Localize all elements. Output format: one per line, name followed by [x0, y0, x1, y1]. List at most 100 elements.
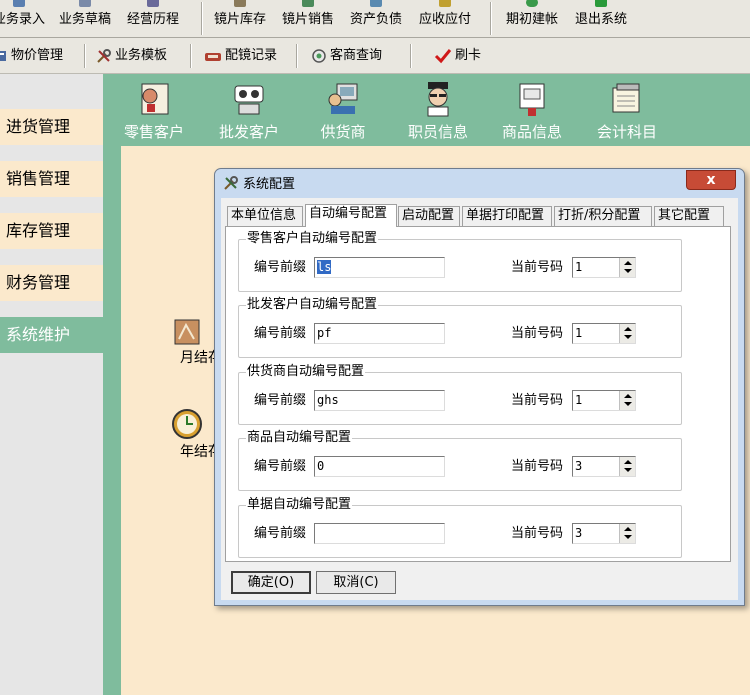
staff-icon — [427, 82, 449, 117]
history-icon — [147, 0, 159, 7]
prefix-input[interactable] — [314, 523, 445, 544]
nav-system-maintenance[interactable]: 系统维护 — [0, 317, 103, 353]
current-number-label: 当前号码 — [511, 459, 564, 474]
wholesale-customer-icon — [234, 85, 264, 115]
lens-sales-icon — [302, 0, 314, 7]
swipe-card-button[interactable]: 刷卡 — [434, 47, 481, 65]
price-management-button[interactable]: 物价管理 — [0, 47, 63, 65]
month-end-icon — [174, 319, 200, 345]
current-number-label: 当前号码 — [511, 393, 564, 408]
tab-discount-points[interactable]: 打折/积分配置 — [554, 206, 652, 226]
group-title: 零售客户自动编号配置 — [246, 231, 379, 247]
spin-down-icon[interactable] — [624, 335, 632, 339]
business-template-button[interactable]: 业务模板 — [96, 47, 167, 65]
exit-icon — [595, 0, 607, 7]
current-number-spinner[interactable]: 3 — [572, 456, 636, 477]
toolbar-balance-sheet-button[interactable]: 资产负债 — [348, 0, 404, 37]
tab-startup[interactable]: 启动配置 — [398, 206, 460, 226]
spinner-buttons[interactable] — [619, 524, 635, 543]
staff-info-button[interactable]: 职员信息 — [400, 80, 476, 142]
spin-up-icon[interactable] — [624, 527, 632, 531]
spin-down-icon[interactable] — [624, 535, 632, 539]
toolbar-drafts-button[interactable]: 业务草稿 — [57, 0, 113, 37]
receivables-icon — [439, 0, 451, 7]
draft-icon — [79, 0, 91, 7]
spin-up-icon[interactable] — [624, 460, 632, 464]
spin-down-icon[interactable] — [624, 269, 632, 273]
current-number-spinner[interactable]: 3 — [572, 523, 636, 544]
toolbar-separator — [490, 2, 492, 35]
numbering-group-retail: 零售客户自动编号配置 编号前缀 ls 当前号码 1 — [238, 231, 682, 292]
glasses-records-button[interactable]: 配镜记录 — [204, 47, 277, 65]
group-title: 供货商自动编号配置 — [246, 364, 366, 380]
nav-purchase-management[interactable]: 进货管理 — [0, 109, 103, 145]
tab-print[interactable]: 单据打印配置 — [462, 206, 552, 226]
auto-numbering-panel: 零售客户自动编号配置 编号前缀 ls 当前号码 1 批发客户自动编号配置 编号前… — [225, 226, 731, 562]
nav-sales-management[interactable]: 销售管理 — [0, 161, 103, 197]
spinner-buttons[interactable] — [619, 324, 635, 343]
main-toolbar: 业务录入 业务草稿 经营历程 镜片库存 镜片销售 资产负债 应收应付 期初建帐 … — [0, 0, 750, 38]
customer-query-button[interactable]: 客商查询 — [311, 47, 382, 65]
numbering-group-product: 商品自动编号配置 编号前缀 0 当前号码 3 — [238, 430, 682, 491]
prefix-input[interactable]: pf — [314, 323, 445, 344]
spinner-buttons[interactable] — [619, 258, 635, 277]
query-icon — [312, 48, 326, 63]
spin-down-icon[interactable] — [624, 468, 632, 472]
retail-customer-icon — [141, 83, 169, 115]
entry-icon — [13, 0, 25, 7]
spinner-buttons[interactable] — [619, 391, 635, 410]
wholesale-customer-button[interactable]: 批发客户 — [211, 80, 287, 142]
current-number-spinner[interactable]: 1 — [572, 323, 636, 344]
clock-icon — [172, 409, 202, 439]
toolbar-receivables-button[interactable]: 应收应付 — [417, 0, 473, 37]
current-number-spinner[interactable]: 1 — [572, 257, 636, 278]
spin-down-icon[interactable] — [624, 402, 632, 406]
cancel-button[interactable]: 取消(C) — [316, 571, 396, 594]
records-icon — [205, 52, 221, 61]
toolbar-separator — [201, 2, 203, 35]
numbering-group-document: 单据自动编号配置 编号前缀 当前号码 3 — [238, 497, 682, 558]
tools-icon — [97, 48, 111, 63]
spin-up-icon[interactable] — [624, 327, 632, 331]
prefix-input[interactable]: ghs — [314, 390, 445, 411]
tab-other[interactable]: 其它配置 — [654, 206, 724, 226]
prefix-label: 编号前缀 — [254, 260, 307, 275]
prefix-input[interactable]: 0 — [314, 456, 445, 477]
close-icon[interactable]: x — [686, 170, 736, 190]
current-number-label: 当前号码 — [511, 260, 564, 275]
tools-icon — [224, 176, 238, 190]
dialog-title-bar: 系统配置 — [223, 175, 295, 193]
spin-up-icon[interactable] — [624, 394, 632, 398]
product-info-button[interactable]: 商品信息 — [494, 80, 570, 142]
nav-finance-management[interactable]: 财务管理 — [0, 265, 103, 301]
ok-button[interactable]: 确定(O) — [231, 571, 311, 594]
toolbar-opening-accounts-button[interactable]: 期初建帐 — [504, 0, 560, 37]
toolbar-separator — [190, 44, 192, 68]
spinner-buttons[interactable] — [619, 457, 635, 476]
nav-inventory-management[interactable]: 库存管理 — [0, 213, 103, 249]
toolbar-lens-stock-button[interactable]: 镜片库存 — [212, 0, 268, 37]
accounting-subjects-button[interactable]: 会计科目 — [589, 80, 665, 142]
prefix-label: 编号前缀 — [254, 326, 307, 341]
group-title: 商品自动编号配置 — [246, 430, 353, 446]
secondary-toolbar: 物价管理 业务模板 配镜记录 客商查询 刷卡 — [0, 38, 750, 74]
prefix-label: 编号前缀 — [254, 459, 307, 474]
supplier-button[interactable]: 供货商 — [305, 80, 381, 142]
lens-stock-icon — [234, 0, 246, 7]
toolbar-business-entry-button[interactable]: 业务录入 — [0, 0, 46, 37]
toolbar-history-button[interactable]: 经营历程 — [125, 0, 181, 37]
group-title: 批发客户自动编号配置 — [246, 297, 379, 313]
tab-auto-numbering[interactable]: 自动编号配置 — [305, 204, 397, 227]
current-number-spinner[interactable]: 1 — [572, 390, 636, 411]
current-number-label: 当前号码 — [511, 526, 564, 541]
spin-up-icon[interactable] — [624, 261, 632, 265]
retail-customer-button[interactable]: 零售客户 — [116, 80, 192, 142]
tab-company-info[interactable]: 本单位信息 — [227, 206, 303, 226]
opening-icon — [526, 0, 538, 7]
toolbar-separator — [296, 44, 298, 68]
toolbar-exit-button[interactable]: 退出系统 — [573, 0, 629, 37]
left-navigation: 进货管理 销售管理 库存管理 财务管理 系统维护 — [0, 74, 103, 695]
toolbar-lens-sales-button[interactable]: 镜片销售 — [280, 0, 336, 37]
prefix-input[interactable]: ls — [314, 257, 445, 278]
price-icon — [0, 50, 6, 61]
